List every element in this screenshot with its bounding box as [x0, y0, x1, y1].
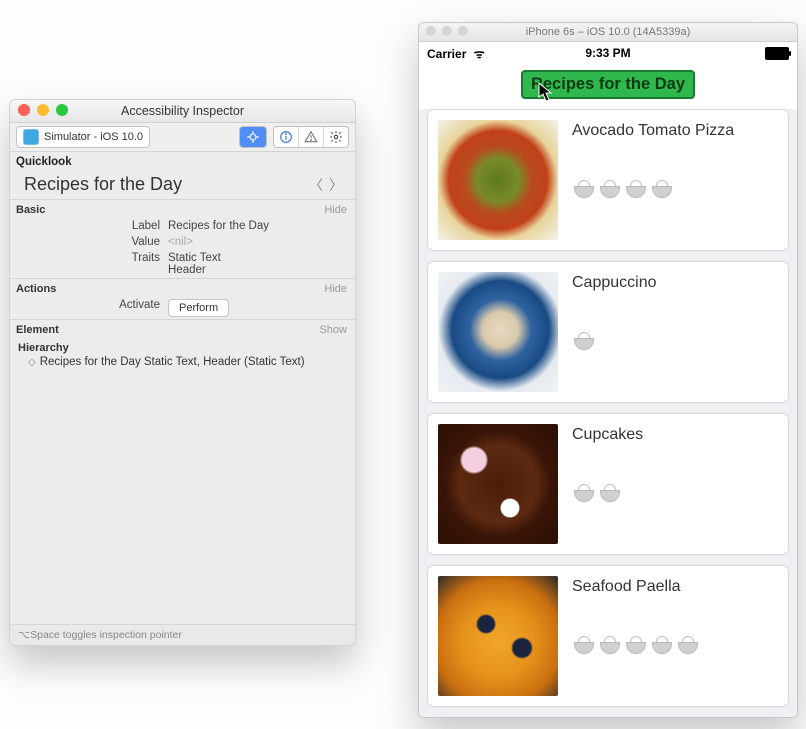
status-time: 9:33 PM: [419, 46, 797, 60]
simulator-title: iPhone 6s – iOS 10.0 (14A5339a): [526, 26, 691, 38]
recipe-title: Avocado Tomato Pizza: [572, 120, 778, 140]
battery-icon: [765, 47, 789, 60]
basic-label: Basic: [16, 204, 45, 216]
quicklook-value: Recipes for the Day: [14, 174, 309, 195]
recipe-thumbnail: [438, 424, 558, 544]
basic-hide-button[interactable]: Hide: [324, 204, 347, 216]
actions-hide-button[interactable]: Hide: [324, 283, 347, 295]
simulator-titlebar[interactable]: iPhone 6s – iOS 10.0 (14A5339a): [419, 23, 797, 42]
actions-label: Actions: [16, 283, 56, 295]
status-bar: Carrier ᯤ 9:33 PM: [419, 42, 797, 64]
recipe-list[interactable]: Avocado Tomato Pizza Cappuccino Cupcakes Se…: [419, 109, 797, 718]
accessibility-inspector-window: Accessibility Inspector Simulator - iOS …: [9, 99, 356, 646]
quicklook-prev-button[interactable]: 〈: [309, 175, 323, 195]
rating-bowl-icon: [572, 484, 594, 502]
element-label: Element: [16, 324, 59, 336]
rating-bowl-icon: [598, 484, 620, 502]
recipe-card[interactable]: Zucchini Chips: [427, 717, 789, 718]
rating-bowl-icon: [650, 636, 672, 654]
recipe-rating: [572, 180, 778, 198]
trait-static-text: Static Text: [168, 252, 221, 264]
element-section-header: Element Show: [10, 319, 355, 338]
recipe-card-body: Seafood Paella: [572, 576, 778, 654]
recipe-card[interactable]: Cappuccino: [427, 261, 789, 403]
recipe-thumbnail: [438, 576, 558, 696]
rating-bowl-icon: [572, 332, 594, 350]
perform-button[interactable]: Perform: [168, 299, 229, 317]
simulator-window: iPhone 6s – iOS 10.0 (14A5339a) Carrier …: [418, 22, 798, 718]
minimize-icon[interactable]: [442, 26, 452, 36]
nav-title-text: Recipes for the Day: [531, 75, 685, 93]
inspector-title: Accessibility Inspector: [121, 104, 244, 118]
rating-bowl-icon: [650, 180, 672, 198]
inspector-titlebar[interactable]: Accessibility Inspector: [10, 100, 355, 123]
kv-val-traits: Static Text Header: [168, 252, 221, 276]
recipe-card-body: Avocado Tomato Pizza: [572, 120, 778, 198]
kv-val-value: <nil>: [168, 236, 193, 248]
rating-bowl-icon: [624, 636, 646, 654]
recipe-thumbnail: [438, 120, 558, 240]
device-screen: Carrier ᯤ 9:33 PM Recipes for the Day Av…: [419, 42, 797, 718]
inspector-footer-hint: ⌥Space toggles inspection pointer: [10, 624, 355, 645]
quicklook-next-button[interactable]: 〉: [329, 175, 343, 195]
kv-key-label: Label: [10, 220, 168, 232]
hierarchy-row[interactable]: ◇ Recipes for the Day Static Text, Heade…: [18, 354, 347, 370]
kv-key-value: Value: [10, 236, 168, 248]
toolbar-aux-segment[interactable]: [273, 126, 349, 148]
hierarchy-row-text: Recipes for the Day Static Text, Header …: [40, 356, 305, 368]
hierarchy-section-header: Hierarchy: [18, 342, 347, 354]
recipe-card[interactable]: Avocado Tomato Pizza: [427, 109, 789, 251]
recipe-title: Seafood Paella: [572, 576, 778, 596]
target-picker[interactable]: Simulator - iOS 10.0: [16, 126, 150, 148]
element-show-button[interactable]: Show: [319, 324, 347, 336]
simulator-app-icon: [23, 129, 39, 145]
close-icon[interactable]: [18, 104, 30, 116]
sim-traffic-lights[interactable]: [426, 26, 468, 36]
window-traffic-lights[interactable]: [18, 104, 68, 116]
nav-title-highlighted[interactable]: Recipes for the Day: [521, 70, 695, 99]
rating-bowl-icon: [624, 180, 646, 198]
target-reticle-icon[interactable]: [240, 127, 266, 147]
target-picker-label: Simulator - iOS 10.0: [44, 131, 143, 143]
rating-bowl-icon: [572, 180, 594, 198]
rating-bowl-icon: [676, 636, 698, 654]
zoom-icon[interactable]: [56, 104, 68, 116]
quicklook-section-header: Quicklook: [10, 152, 355, 170]
inspector-toolbar: Simulator - iOS 10.0: [10, 123, 355, 152]
recipe-card[interactable]: Seafood Paella: [427, 565, 789, 707]
gear-icon[interactable]: [324, 127, 348, 147]
zoom-icon[interactable]: [458, 26, 468, 36]
info-icon[interactable]: [274, 127, 299, 147]
hierarchy-node-icon: ◇: [28, 357, 36, 368]
actions-section-header: Actions Hide: [10, 278, 355, 297]
minimize-icon[interactable]: [37, 104, 49, 116]
rating-bowl-icon: [598, 636, 620, 654]
recipe-title: Cappuccino: [572, 272, 778, 292]
toolbar-mode-segment[interactable]: [239, 126, 267, 148]
recipe-rating: [572, 636, 778, 654]
recipe-card-body: Cupcakes: [572, 424, 778, 502]
rating-bowl-icon: [598, 180, 620, 198]
close-icon[interactable]: [426, 26, 436, 36]
kv-val-label: Recipes for the Day: [168, 220, 269, 232]
recipe-rating: [572, 484, 778, 502]
recipe-card[interactable]: Cupcakes: [427, 413, 789, 555]
rating-bowl-icon: [572, 636, 594, 654]
nav-bar: Recipes for the Day: [419, 64, 797, 109]
recipe-card-body: Cappuccino: [572, 272, 778, 350]
warning-icon[interactable]: [299, 127, 324, 147]
basic-section-header: Basic Hide: [10, 199, 355, 218]
recipe-thumbnail: [438, 272, 558, 392]
trait-header: Header: [168, 264, 221, 276]
recipe-title: Cupcakes: [572, 424, 778, 444]
kv-key-activate: Activate: [10, 299, 168, 317]
kv-key-traits: Traits: [10, 252, 168, 276]
recipe-rating: [572, 332, 778, 350]
